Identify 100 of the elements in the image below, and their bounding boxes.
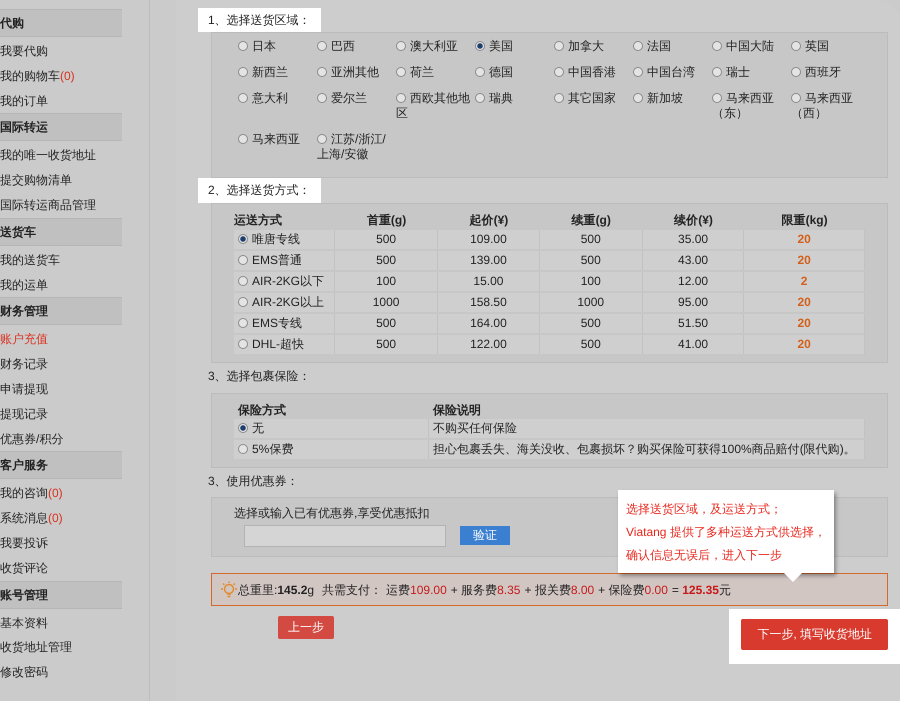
table-cell: 担心包裹丢失、海关没收、包裹损坏？购买保险可获得100%商品赔付(限代购)。 <box>429 440 865 459</box>
radio-button[interactable] <box>791 67 801 78</box>
radio-button[interactable] <box>791 41 801 52</box>
sidebar-link[interactable]: 收货评论 <box>0 556 122 581</box>
radio-button[interactable] <box>791 93 801 104</box>
radio-button[interactable] <box>317 93 327 104</box>
shipping-method[interactable]: AIR-2KG以上 <box>252 295 324 310</box>
radio-button[interactable] <box>475 41 485 52</box>
radio-button[interactable] <box>712 93 722 104</box>
sidebar-link[interactable]: 我的购物车(0) <box>0 64 122 89</box>
region-option[interactable]: 中国台湾 <box>633 65 712 92</box>
sidebar-link[interactable]: 基本资料 <box>0 610 122 636</box>
region-option[interactable]: 澳大利亚 <box>396 39 475 66</box>
radio-button[interactable] <box>633 67 643 78</box>
sidebar-link[interactable]: 我要代购 <box>0 39 122 64</box>
radio-button[interactable] <box>238 67 248 78</box>
region-option[interactable]: 马来西亚（西） <box>791 91 870 132</box>
table-cell: 1000 <box>335 293 438 312</box>
region-option[interactable]: 荷兰 <box>396 65 475 92</box>
radio-button[interactable] <box>238 297 248 308</box>
shipping-method[interactable]: AIR-2KG以下 <box>252 274 324 288</box>
radio-button[interactable] <box>238 318 248 328</box>
insurance-option[interactable]: 无 <box>252 421 264 436</box>
sidebar-link[interactable]: 申请提现 <box>0 376 122 402</box>
radio-button[interactable] <box>396 93 406 104</box>
radio-button[interactable] <box>633 93 643 104</box>
region-option[interactable]: 中国大陆 <box>712 39 791 66</box>
radio-button[interactable] <box>475 93 485 104</box>
sidebar-link[interactable]: 我的咨询(0) <box>0 481 122 506</box>
radio-button[interactable] <box>238 41 248 52</box>
table-cell: 109.00 <box>438 230 540 250</box>
radio-button[interactable] <box>317 67 327 78</box>
shipping-method[interactable]: EMS专线 <box>252 316 302 330</box>
radio-button[interactable] <box>238 255 248 266</box>
table-cell: 12.00 <box>642 272 744 292</box>
insurance-option[interactable]: 5%保费 <box>252 442 294 456</box>
region-option[interactable]: 法国 <box>633 39 712 66</box>
region-option[interactable]: 新加坡 <box>633 91 712 132</box>
radio-button[interactable] <box>633 41 643 52</box>
radio-button[interactable] <box>554 67 564 78</box>
radio-button[interactable] <box>317 134 327 144</box>
total-amount: = 125.35元 <box>672 582 731 598</box>
radio-button[interactable] <box>712 67 722 78</box>
region-option[interactable]: 马来西亚（东） <box>712 91 791 132</box>
radio-button[interactable] <box>475 67 485 78</box>
radio-button[interactable] <box>238 93 248 104</box>
sidebar-link[interactable]: 提现记录 <box>0 402 122 427</box>
sidebar-link[interactable]: 收货地址管理 <box>0 635 122 660</box>
radio-button[interactable] <box>554 41 564 52</box>
table-cell: 41.00 <box>642 335 744 354</box>
radio-button[interactable] <box>238 276 248 286</box>
sidebar-link[interactable]: 修改密码 <box>0 660 122 685</box>
radio-button[interactable] <box>238 423 248 434</box>
sidebar-link[interactable]: 我的唯一收货地址 <box>0 143 122 168</box>
region-option[interactable]: 瑞士 <box>712 65 791 92</box>
sidebar-link[interactable]: 我的送货车 <box>0 248 122 273</box>
verify-button[interactable]: 验证 <box>460 526 510 546</box>
region-option[interactable]: 意大利 <box>238 91 317 132</box>
radio-button[interactable] <box>396 67 406 78</box>
next-step-button[interactable]: 下一步, 填写收货地址 <box>741 619 888 650</box>
radio-button[interactable] <box>317 41 327 52</box>
region-option[interactable]: 日本 <box>238 39 317 66</box>
shipping-method[interactable]: 唯唐专线 <box>252 232 300 246</box>
radio-button[interactable] <box>238 234 248 244</box>
sidebar-link[interactable]: 我的运单 <box>0 272 122 298</box>
region-option[interactable]: 西欧其他地区 <box>396 91 475 132</box>
region-option[interactable]: 瑞典 <box>475 91 554 132</box>
sidebar-link[interactable]: 财务记录 <box>0 352 122 377</box>
region-option[interactable]: 爱尔兰 <box>317 91 396 132</box>
shipping-method[interactable]: EMS普通 <box>252 253 302 268</box>
radio-button[interactable] <box>396 41 406 52</box>
region-option[interactable]: 新西兰 <box>238 65 317 92</box>
fee-item: 运费109.00 <box>386 582 447 598</box>
region-option[interactable]: 英国 <box>791 39 870 66</box>
tooltip-text: Viatang 提供了多种运送方式供选择， <box>626 524 826 541</box>
radio-button[interactable] <box>238 444 248 454</box>
radio-button[interactable] <box>238 134 248 144</box>
sidebar-link[interactable]: 提交购物清单 <box>0 168 122 193</box>
sidebar-link[interactable]: 我的订单 <box>0 88 122 114</box>
radio-button[interactable] <box>554 93 564 104</box>
region-option[interactable]: 加拿大 <box>554 39 633 66</box>
shipping-method[interactable]: DHL-超快 <box>252 337 304 352</box>
region-option[interactable]: 美国 <box>475 39 554 66</box>
region-option[interactable]: 德国 <box>475 65 554 92</box>
region-option[interactable]: 马来西亚 <box>238 132 317 174</box>
back-button[interactable]: 上一步 <box>278 616 334 640</box>
region-option[interactable]: 其它国家 <box>554 91 633 132</box>
region-option[interactable]: 江苏/浙江/上海/安徽 <box>317 132 396 174</box>
sidebar-link[interactable]: 系统消息(0) <box>0 506 122 531</box>
radio-button[interactable] <box>238 339 248 350</box>
radio-button[interactable] <box>712 41 722 52</box>
sidebar-link[interactable]: 优惠券/积分 <box>0 426 122 452</box>
region-option[interactable]: 西班牙 <box>791 65 870 92</box>
region-option[interactable]: 巴西 <box>317 39 396 66</box>
region-option[interactable]: 中国香港 <box>554 65 633 92</box>
table-cell: 139.00 <box>438 251 540 270</box>
sidebar-link[interactable]: 我要投诉 <box>0 530 122 556</box>
region-option[interactable]: 亚洲其他 <box>317 65 396 92</box>
coupon-field[interactable] <box>244 524 446 547</box>
sidebar-link[interactable]: 国际转运商品管理 <box>0 192 122 218</box>
